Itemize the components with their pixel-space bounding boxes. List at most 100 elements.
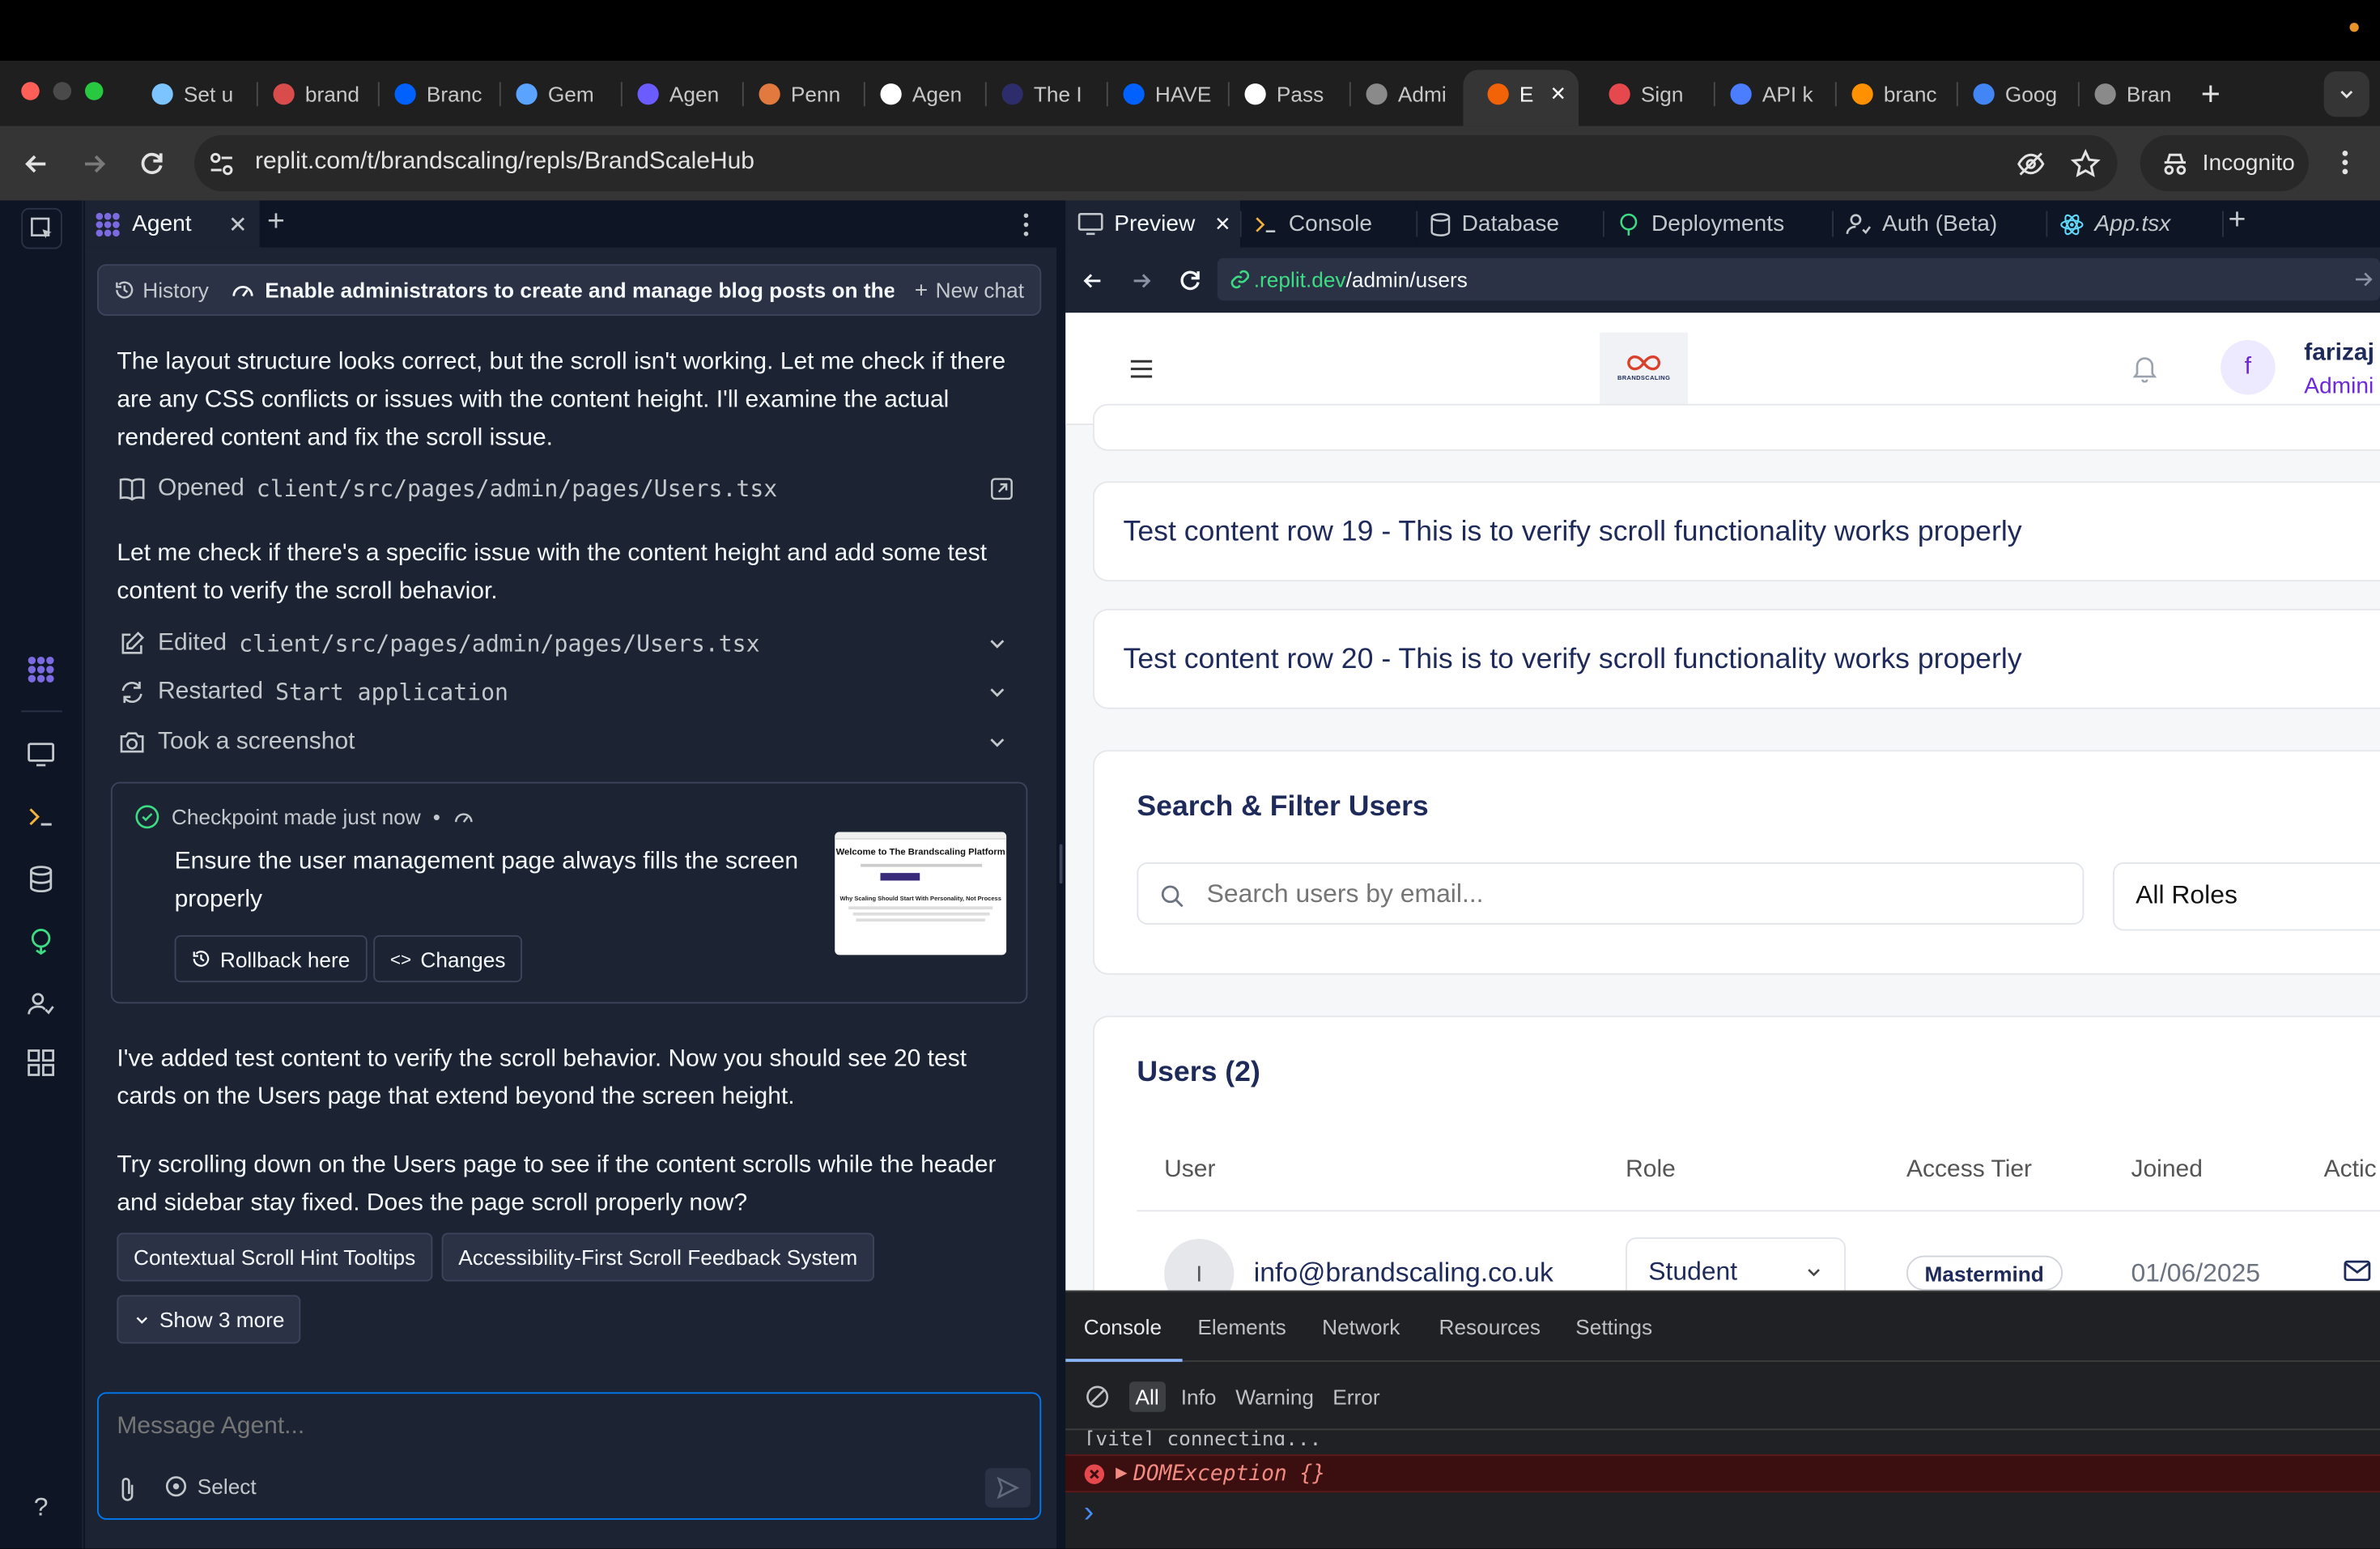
history-button[interactable]: History [99,278,209,302]
browser-tab[interactable]: Goog [1958,61,2074,126]
address-bar[interactable]: replit.com/t/brandscaling/repls/BrandSca… [194,134,2118,192]
new-tab-button[interactable]: + [2201,74,2221,114]
send-button[interactable] [984,1468,1031,1508]
suggestion-chip[interactable]: Accessibility-First Scroll Feedback Syst… [441,1232,874,1282]
roles-filter-select[interactable]: All Roles [2113,862,2380,931]
select-element-button[interactable]: Select [164,1475,257,1499]
clear-console-icon[interactable] [1086,1385,1110,1409]
deployments-icon[interactable] [24,925,57,958]
chevron-down-icon[interactable] [987,633,1008,654]
monitor-icon[interactable] [24,738,57,771]
site-settings-icon[interactable] [208,151,236,178]
browser-tab[interactable]: Pass [1230,61,1345,126]
browser-tab[interactable]: Set u [137,61,253,126]
agent-tab[interactable]: Agent ✕ [85,200,260,248]
console-prompt[interactable]: › [1084,1496,1094,1530]
opened-file-action[interactable]: Opened client/src/pages/admin/pages/User… [118,470,1020,507]
agent-nav-icon[interactable] [24,653,57,686]
suggestion-chip[interactable]: Contextual Scroll Hint Tooltips [117,1232,432,1282]
screenshot-action[interactable]: Took a screenshot [118,724,1020,760]
workspace-tab[interactable]: Console [1241,200,1417,248]
avatar[interactable]: f [2221,340,2276,395]
browser-tab[interactable]: Sign [1594,61,1710,126]
close-tab-icon[interactable]: ✕ [1214,212,1230,236]
edited-file-action[interactable]: Edited client/src/pages/admin/pages/User… [118,626,1020,662]
console-level-filter[interactable]: Warning [1235,1385,1314,1409]
open-arrow-icon[interactable] [2352,269,2374,290]
add-tab-icon[interactable]: + [2229,203,2246,238]
help-icon[interactable]: ? [24,1491,57,1524]
user-check-icon[interactable] [24,987,57,1020]
console-level-filter[interactable]: Error [1332,1385,1379,1409]
search-field[interactable] [1137,862,2085,925]
browser-tab[interactable]: Branc [380,61,495,126]
browser-tab[interactable]: Penn [744,61,860,126]
changes-button[interactable]: <> Changes [373,935,523,983]
console-level-filter[interactable]: Info [1181,1385,1217,1409]
browser-tab[interactable]: Agen [865,61,981,126]
browser-tab[interactable]: E ✕ [1473,61,1579,126]
reload-icon[interactable] [137,149,168,180]
expand-triangle-icon[interactable]: ▶ [1116,1465,1127,1482]
browser-tab[interactable]: Admi [1351,61,1467,126]
console-error-row[interactable]: ▶ DOMException {} [1065,1454,2380,1493]
open-external-icon[interactable] [990,477,1014,501]
hamburger-icon[interactable] [1129,359,1154,380]
more-options-icon[interactable] [1020,211,1032,239]
workspace-tab[interactable]: Database [1417,200,1603,248]
apps-grid-icon[interactable] [24,1046,57,1079]
browser-menu-icon[interactable] [2335,147,2356,178]
preview-forward-icon[interactable] [1129,269,1154,293]
preview-reload-icon[interactable] [1176,267,1204,295]
rollback-button[interactable]: Rollback here [174,935,368,983]
browser-tab[interactable]: Bran [2080,61,2195,126]
new-tab-icon[interactable]: + [267,205,285,240]
browser-tab[interactable]: The I [987,61,1103,126]
workspace-tab[interactable]: Deployments [1604,200,1833,248]
browser-tab[interactable]: HAVE [1108,61,1224,126]
search-input[interactable] [1206,877,2057,911]
browser-tab[interactable]: branc [1837,61,1953,126]
devtools-tab[interactable]: Elements [1197,1315,1286,1339]
forward-icon[interactable] [79,149,110,180]
close-tab-icon[interactable]: ✕ [228,211,248,238]
close-tab-icon[interactable]: ✕ [1550,81,1566,105]
role-select[interactable]: Student [1626,1237,1846,1291]
eye-off-icon[interactable] [2016,149,2046,180]
chevron-down-icon[interactable] [987,682,1008,703]
browser-tab[interactable]: brand [258,61,374,126]
attach-icon[interactable] [117,1476,138,1504]
show-more-button[interactable]: Show 3 more [117,1295,302,1344]
back-icon[interactable] [21,149,52,180]
select-pointer-icon[interactable] [21,207,62,249]
devtools-tab[interactable]: Console [1084,1315,1162,1339]
restarted-action[interactable]: Restarted Start application [118,674,1020,711]
workspace-tab[interactable]: Auth (Beta) [1834,200,2046,248]
tab-search-button[interactable] [2323,71,2369,117]
checkpoint-thumbnail[interactable]: Welcome to The Brandscaling Platform Why… [835,832,1007,955]
bell-icon[interactable] [2132,355,2157,383]
incognito-badge[interactable]: Incognito [2140,134,2309,192]
message-input[interactable] [117,1409,1013,1445]
browser-tab[interactable]: Agen [623,61,738,126]
deploy-icon [1617,212,1641,236]
mail-icon[interactable] [2344,1260,2371,1282]
preview-url-field[interactable]: .replit.dev/admin/users [1217,257,2380,301]
devtools-tab[interactable]: Settings [1575,1315,1652,1339]
panel-resize-handle[interactable] [1056,200,1066,1549]
workspace-tab[interactable]: App.tsx [2047,200,2222,248]
workspace-tab[interactable]: Preview ✕ [1065,200,1240,248]
devtools-tab[interactable]: Network [1322,1315,1400,1339]
terminal-icon[interactable] [24,800,57,833]
chevron-down-icon[interactable] [987,732,1008,753]
browser-tab[interactable]: API k [1715,61,1831,126]
preview-back-icon[interactable] [1081,269,1105,293]
bookmark-star-icon[interactable] [2070,148,2102,180]
brand-logo[interactable]: BRANDSCALING [1600,332,1688,404]
new-chat-button[interactable]: + New chat [915,277,1024,303]
browser-tab[interactable]: Gem [501,61,617,126]
console-level-filter[interactable]: All [1129,1381,1166,1412]
devtools-tab[interactable]: Resources [1439,1315,1541,1339]
thread-title[interactable]: Enable administrators to create and mana… [265,278,893,302]
database-icon[interactable] [24,862,57,896]
